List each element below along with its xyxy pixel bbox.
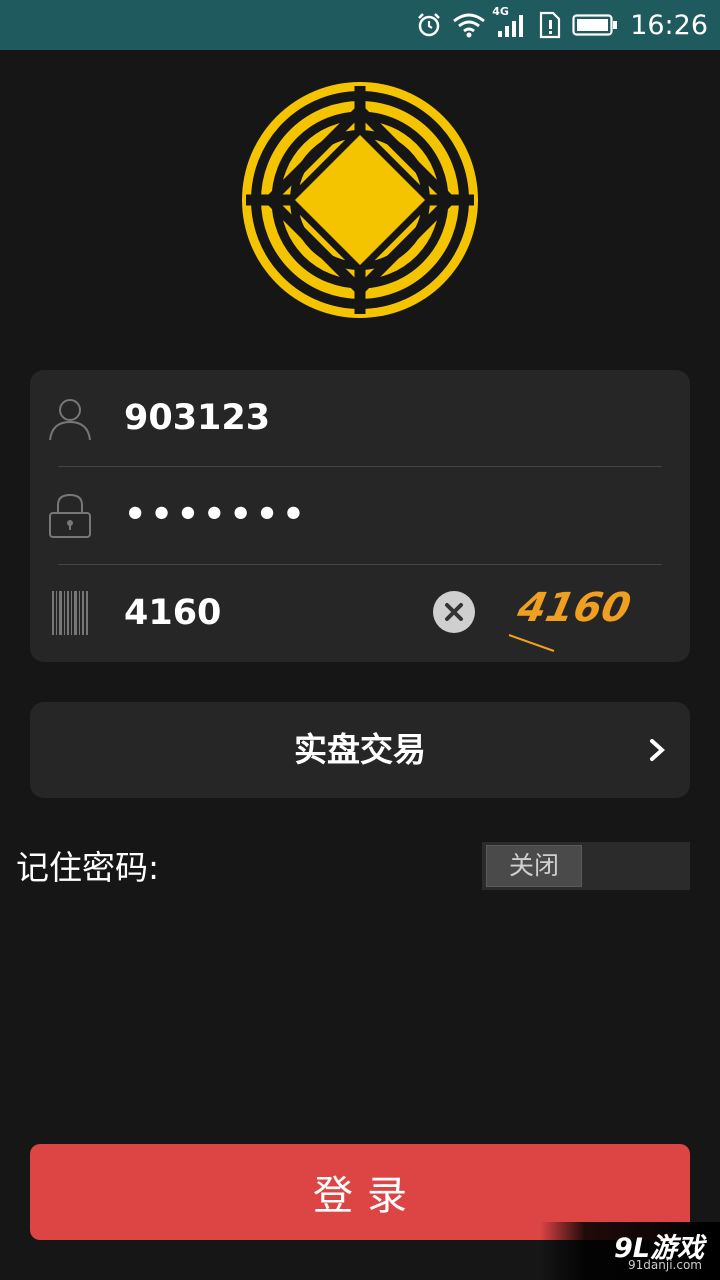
- watermark-url: 91danji.com: [628, 1258, 702, 1272]
- status-bar: 4G 16:26: [0, 0, 720, 50]
- user-icon: [46, 394, 94, 442]
- battery-icon: [572, 13, 618, 37]
- captcha-field[interactable]: 4160: [124, 565, 424, 661]
- captcha-image[interactable]: 4160: [504, 573, 654, 653]
- app-logo: [240, 80, 480, 320]
- chevron-right-icon: [648, 738, 668, 762]
- clear-icon[interactable]: [433, 591, 475, 633]
- remember-password-toggle[interactable]: 关闭: [482, 842, 690, 890]
- username-row: 903123: [30, 370, 690, 466]
- login-panel: 903123 ••••••• 4160 4160: [30, 370, 690, 662]
- sim-alert-icon: [538, 11, 562, 39]
- lock-icon: [46, 491, 94, 539]
- username-field[interactable]: 903123: [124, 370, 424, 466]
- trade-mode-label: 实盘交易: [294, 730, 426, 769]
- toggle-state-label: 关闭: [486, 845, 582, 887]
- wifi-icon: [452, 12, 486, 38]
- captcha-row: 4160 4160: [30, 565, 690, 661]
- signal-icon: 4G: [492, 5, 528, 39]
- network-type-label: 4G: [492, 5, 509, 18]
- watermark: 9L游戏 91danji.com: [540, 1222, 720, 1280]
- clock: 16:26: [630, 9, 708, 41]
- barcode-icon: [46, 589, 94, 637]
- trade-mode-button[interactable]: 实盘交易: [30, 702, 690, 798]
- captcha-image-text: 4160: [513, 583, 635, 630]
- password-field[interactable]: •••••••: [124, 467, 424, 563]
- remember-password-label: 记住密码:: [16, 848, 160, 887]
- password-row: •••••••: [30, 467, 690, 563]
- alarm-icon: [416, 12, 442, 38]
